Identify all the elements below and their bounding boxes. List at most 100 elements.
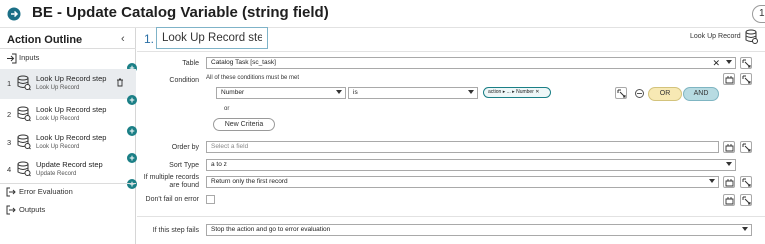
multiple-records-label-line2: are found <box>169 182 199 189</box>
pill-picker-button[interactable] <box>740 57 752 69</box>
chevron-down-icon <box>726 162 732 166</box>
data-pill-button[interactable] <box>723 73 735 85</box>
outline-item-label: Outputs <box>19 205 46 214</box>
multiple-records-value: Return only the first record <box>211 178 288 185</box>
pill-picker-icon <box>742 178 751 187</box>
condition-label: Condition <box>169 77 199 84</box>
outline-item-inputs[interactable]: Inputs <box>0 51 136 67</box>
outputs-icon <box>6 205 16 215</box>
action-type-label: Look Up Record <box>690 33 741 40</box>
condition-field-select[interactable]: Number <box>216 87 346 99</box>
action-outline-panel: Action Outline ‹ Inputs + 1 Look Up Reco… <box>0 28 137 244</box>
outline-item-error-evaluation[interactable]: Error Evaluation <box>0 183 136 199</box>
order-by-input[interactable]: Select a field <box>206 141 719 153</box>
pill-picker-button[interactable] <box>740 176 752 188</box>
divider <box>137 216 765 217</box>
step-name: Look Up Record step <box>36 105 107 114</box>
header-pill-button[interactable]: 1 <box>752 5 765 23</box>
inputs-icon <box>7 53 17 64</box>
multiple-records-label-line1: If multiple records <box>143 174 199 181</box>
pill-picker-icon <box>742 75 751 84</box>
pill-picker-icon <box>742 59 751 68</box>
if-fails-select[interactable]: Stop the action and go to error evaluati… <box>206 224 752 236</box>
outline-step-3[interactable]: 3 Look Up Record step Look Up Record <box>0 128 136 158</box>
table-label: Table <box>182 60 199 67</box>
if-fails-label: If this step fails <box>152 227 199 234</box>
back-arrow-icon[interactable] <box>7 7 21 21</box>
data-pill-icon <box>725 197 734 205</box>
step-type: Look Up Record <box>36 85 80 91</box>
table-field[interactable]: Catalog Task [sc_task] ✕ <box>206 57 736 69</box>
outline-step-4[interactable]: 4 Update Record step Update Record <box>0 155 136 185</box>
error-evaluation-icon <box>6 187 16 197</box>
pill-picker-icon <box>742 196 751 205</box>
collapse-chevron-icon[interactable]: ‹ <box>121 33 125 45</box>
divider <box>137 51 765 52</box>
data-pill-icon <box>725 76 734 84</box>
sort-type-select[interactable]: a to z <box>206 159 736 171</box>
outline-item-label: Error Evaluation <box>19 187 73 196</box>
outline-item-outputs[interactable]: Outputs <box>0 202 136 218</box>
if-fails-value: Stop the action and go to error evaluati… <box>211 226 331 233</box>
condition-operator-select[interactable]: is <box>348 87 478 99</box>
database-icon <box>745 29 758 44</box>
multiple-records-label: If multiple records are found <box>137 174 199 190</box>
clear-icon[interactable]: ✕ <box>712 59 720 68</box>
step-number: 4 <box>7 165 12 174</box>
outline-step-2[interactable]: 2 Look Up Record step Look Up Record <box>0 100 136 130</box>
chevron-down-icon[interactable] <box>726 60 732 64</box>
database-icon <box>17 161 31 177</box>
data-pill-button[interactable] <box>723 194 735 206</box>
condition-field-value: Number <box>221 89 245 96</box>
step-name: Look Up Record step <box>36 74 107 83</box>
step-number: 2 <box>7 110 12 119</box>
data-pill-button[interactable] <box>723 176 735 188</box>
divider <box>0 48 136 49</box>
outline-title: Action Outline <box>7 34 83 46</box>
pill-picker-button[interactable] <box>740 141 752 153</box>
step-type: Update Record <box>36 171 77 177</box>
database-icon <box>17 106 31 122</box>
dont-fail-label: Don't fail on error <box>145 196 199 203</box>
condition-pill-picker-button[interactable] <box>615 87 627 99</box>
condition-operator-value: is <box>353 89 358 96</box>
step-number: 3 <box>7 138 12 147</box>
order-by-label: Order by <box>171 144 199 151</box>
data-pill-button[interactable] <box>723 141 735 153</box>
and-button[interactable]: AND <box>683 87 719 101</box>
step-type: Look Up Record <box>36 116 80 122</box>
step-title-input[interactable] <box>156 27 268 49</box>
condition-note: All of these conditions must be met <box>206 75 300 81</box>
data-pill-text: action ▸ ... ▸ Number ✕ <box>488 89 540 95</box>
data-pill-chip[interactable]: action ▸ ... ▸ Number ✕ <box>483 87 551 98</box>
step-number: 1. <box>144 32 155 46</box>
chevron-down-icon <box>742 227 748 231</box>
database-icon <box>17 75 31 91</box>
or-label: or <box>224 106 230 112</box>
step-number: 1 <box>7 79 12 88</box>
step-type: Look Up Record <box>36 144 80 150</box>
data-pill-icon <box>725 144 734 152</box>
data-pill-icon <box>725 179 734 187</box>
trash-icon[interactable] <box>116 78 124 87</box>
sort-type-label: Sort Type <box>169 162 199 169</box>
chevron-down-icon <box>709 179 715 183</box>
chevron-down-icon <box>336 90 342 94</box>
remove-condition-icon[interactable] <box>635 89 644 98</box>
chevron-down-icon <box>468 90 474 94</box>
step-name: Update Record step <box>36 160 103 169</box>
or-button[interactable]: OR <box>648 87 682 101</box>
step-name: Look Up Record step <box>36 133 107 142</box>
outline-item-label: Inputs <box>19 53 40 62</box>
dont-fail-checkbox[interactable] <box>206 195 215 204</box>
new-criteria-button[interactable]: New Criteria <box>213 118 275 131</box>
outline-step-1[interactable]: 1 Look Up Record step Look Up Record <box>0 69 136 99</box>
pill-picker-button[interactable] <box>740 194 752 206</box>
sort-type-value: a to z <box>211 161 227 168</box>
pill-picker-icon <box>742 143 751 152</box>
order-by-placeholder: Select a field <box>211 143 249 150</box>
multiple-records-select[interactable]: Return only the first record <box>206 176 719 188</box>
pill-picker-icon <box>617 89 626 98</box>
pill-picker-button[interactable] <box>740 73 752 85</box>
table-value: Catalog Task [sc_task] <box>211 59 276 66</box>
